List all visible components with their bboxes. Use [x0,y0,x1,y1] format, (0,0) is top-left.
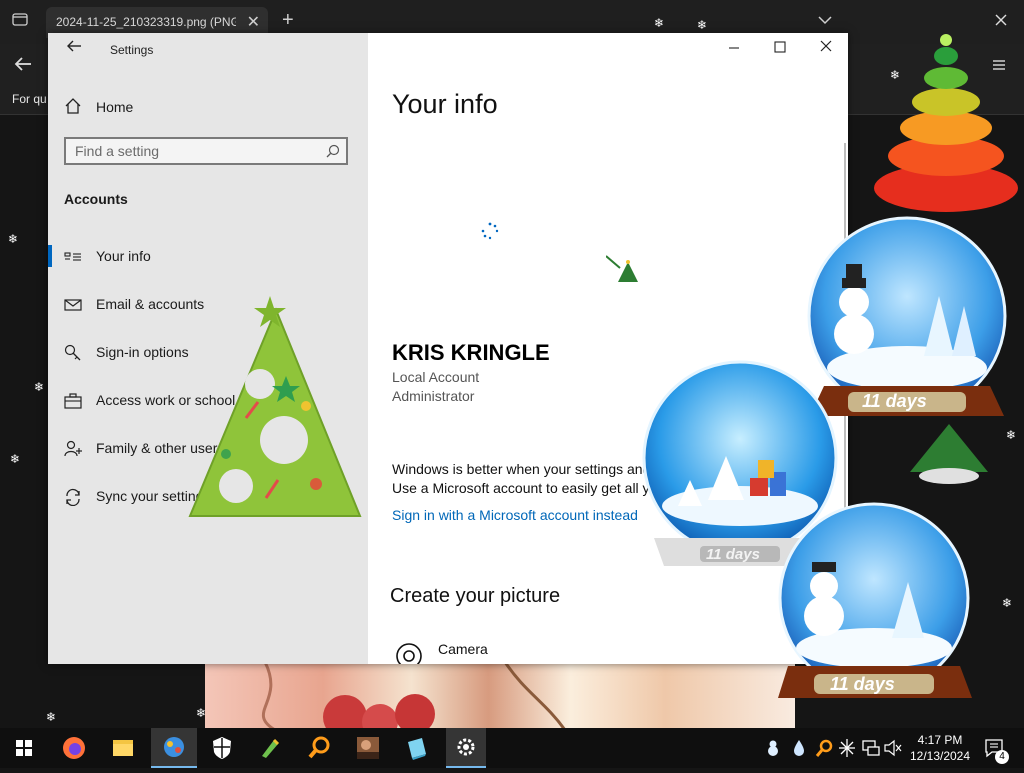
snowflake-icon: ❄ [196,706,207,720]
tray-ethernet-icon[interactable] [862,739,880,762]
christmas-tree-decoration [186,294,366,529]
briefcase-icon [64,392,82,410]
snowflake-icon: ❄ [46,710,57,724]
key-icon [64,344,82,362]
snowflake-icon: ❄ [1002,596,1013,610]
loading-spinner-icon [480,221,500,246]
defender-shield-icon[interactable] [202,728,242,768]
notification-count-badge: 4 [995,750,1009,764]
file-explorer-icon[interactable] [103,728,143,768]
pen-app-icon[interactable] [250,728,290,768]
browser-tab-title: 2024-11-25_210323319.png (PNG In [56,15,236,29]
nav-item-your-info[interactable]: Your info [48,237,368,277]
app-icon[interactable] [151,728,197,768]
search-app-icon[interactable] [299,728,339,768]
create-picture-heading: Create your picture [390,585,561,607]
snowflake-icon: ❄ [8,232,19,246]
new-tab-button[interactable]: + [282,9,294,32]
user-name: KRIS KRINGLE [392,340,550,365]
nav-item-label: Your info [96,248,151,264]
sign-in-microsoft-account-link[interactable]: Sign in with a Microsoft account instead [392,507,638,523]
countdown-label: 11 days [706,546,760,563]
window-controls [708,33,848,65]
spiral-tree-decoration [868,28,1024,223]
countdown-label: 11 days [862,391,927,411]
photo-viewer-icon[interactable] [348,728,388,768]
page-title: Your info [392,89,498,119]
tray-network-icon[interactable] [838,738,856,763]
snowflake-icon: ❄ [654,16,665,30]
account-role: Administrator [392,388,475,404]
tray-search-icon[interactable] [815,738,833,763]
tray-snowman-icon[interactable] [764,738,782,763]
browser-caption-text: For qu [12,92,47,106]
browser-back-icon[interactable] [14,57,32,76]
taskbar: 4:17 PM 12/13/2024 4 [0,728,1024,768]
small-tree-decoration [904,420,994,491]
search-input[interactable] [66,139,325,163]
person-card-icon [64,248,82,266]
firefox-icon[interactable] [54,728,94,768]
snowflake-icon: ❄ [697,18,708,32]
person-add-icon [64,440,82,458]
settings-gear-icon[interactable] [446,728,486,768]
minimize-icon[interactable] [728,39,740,57]
notes-app-icon[interactable] [397,728,437,768]
snowflake-icon: ❄ [10,452,21,466]
microsoft-account-message-line1: Windows is better when your settings and [392,461,651,477]
camera-option[interactable]: Camera [438,641,488,657]
account-type: Local Account [392,369,480,385]
start-button[interactable] [4,728,44,768]
close-icon[interactable] [820,39,832,57]
tray-drop-icon[interactable] [792,739,806,762]
microsoft-account-message-line2: Use a Microsoft account to easily get al… [392,480,650,496]
clock-date: 12/13/2024 [909,749,971,763]
camera-icon[interactable] [396,643,422,664]
clock-time: 4:17 PM [917,733,963,747]
snowflake-icon: ❄ [34,380,45,394]
section-title: Accounts [64,191,128,207]
search-icon[interactable] [326,144,340,163]
mail-icon [64,296,82,314]
window-title: Settings [110,43,154,57]
nav-item-label: Sign-in options [96,344,189,360]
snowflake-icon: ❄ [1006,428,1017,442]
snow-globe-decoration: 11 days [774,502,978,723]
countdown-label: 11 days [830,674,895,694]
small-tree-decoration [605,254,640,291]
tab-list-chevron-icon[interactable] [818,12,832,30]
home-link[interactable]: Home [96,99,133,115]
home-icon[interactable] [64,97,82,120]
tab-overview-icon[interactable] [12,12,28,26]
maximize-icon[interactable] [774,39,786,57]
find-setting-search[interactable] [64,137,348,165]
desktop-wallpaper [205,662,795,730]
sync-icon [64,488,82,507]
browser-tab-close-icon[interactable]: ✕ [247,12,260,32]
system-clock[interactable]: 4:17 PM 12/13/2024 [898,732,982,764]
back-arrow-icon[interactable] [66,39,82,57]
snowflake-icon: ❄ [890,68,901,82]
